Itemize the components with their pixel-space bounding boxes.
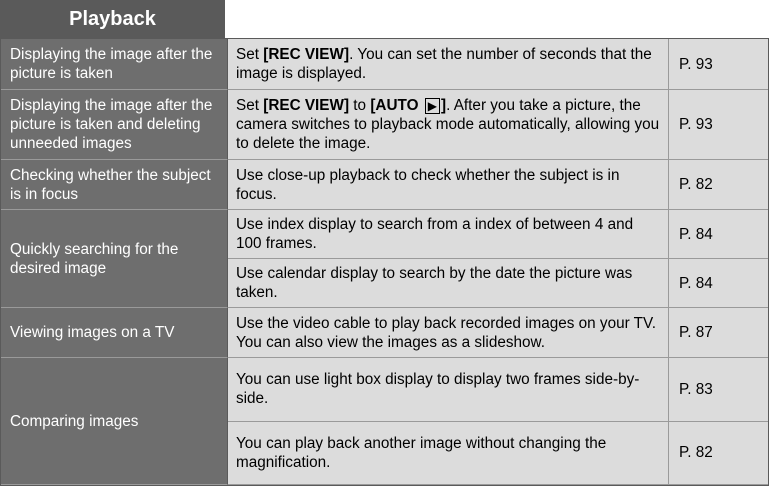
description-cell: Use the video cable to play back recorde…	[228, 308, 669, 358]
page-ref: P. 87	[679, 324, 713, 341]
page-ref-cell: P. 84	[669, 259, 768, 308]
table-row: Displaying the image after the picture i…	[1, 39, 768, 90]
description-text: You can use light box display to display…	[236, 371, 640, 408]
page-ref: P. 84	[679, 225, 713, 243]
description-text: You can play back another image without …	[236, 434, 607, 471]
table-subrow: Use calendar display to search by the da…	[228, 259, 768, 308]
table-row: Viewing images on a TV Use the video cab…	[1, 308, 768, 358]
description-text: Set [REC VIEW]. You can set the number o…	[236, 45, 660, 83]
page-ref-cell: P. 93	[669, 39, 768, 90]
page-ref: P. 83	[679, 380, 713, 398]
feature-text: Displaying the image after the picture i…	[10, 46, 213, 82]
table-row: Displaying the image after the picture i…	[1, 90, 768, 160]
description-text: Use close-up playback to check whether t…	[236, 166, 620, 203]
description-cell: Set [REC VIEW] to [AUTO ▶]. After you ta…	[228, 90, 669, 160]
feature-table: Displaying the image after the picture i…	[0, 38, 769, 486]
page-ref: P. 84	[679, 274, 713, 292]
description-text: Use index display to search from a index…	[236, 216, 634, 252]
feature-text: Quickly searching for the desired image	[10, 240, 179, 277]
feature-text: Displaying the image after the picture i…	[10, 97, 213, 152]
description-cell: Use calendar display to search by the da…	[228, 259, 669, 308]
page-ref-cell: P. 93	[669, 90, 768, 160]
feature-text: Comparing images	[10, 412, 139, 430]
page-ref-cell: P. 82	[669, 421, 768, 485]
description-cell: You can play back another image without …	[228, 421, 669, 485]
table-row-group: Comparing images You can use light box d…	[1, 358, 768, 485]
feature-cell: Displaying the image after the picture i…	[1, 39, 228, 90]
page-ref-cell: P. 87	[669, 308, 768, 358]
table-row: Checking whether the subject is in focus…	[1, 160, 768, 210]
feature-cell: Quickly searching for the desired image	[1, 210, 228, 308]
page-ref: P. 93	[679, 55, 713, 73]
feature-cell: Checking whether the subject is in focus	[1, 160, 228, 210]
section-tab-playback: Playback	[0, 0, 225, 38]
page-ref-cell: P. 84	[669, 210, 768, 259]
desc-part: to	[349, 97, 371, 114]
table-subrow: You can play back another image without …	[228, 421, 768, 485]
menu-ref: [REC VIEW]	[263, 46, 350, 63]
page-ref: P. 82	[679, 176, 713, 193]
menu-ref: [REC VIEW]	[263, 97, 350, 114]
play-icon: ▶	[424, 97, 440, 114]
subrow-group: You can use light box display to display…	[228, 358, 768, 485]
subrow-group: Use index display to search from a index…	[228, 210, 768, 308]
desc-part: Set	[236, 97, 264, 114]
table-subrow: Use index display to search from a index…	[228, 210, 768, 259]
feature-text: Viewing images on a TV	[10, 324, 175, 341]
page-ref: P. 82	[679, 444, 713, 462]
page-ref-cell: P. 83	[669, 358, 768, 422]
page-ref: P. 93	[679, 116, 713, 133]
description-cell: Set [REC VIEW]. You can set the number o…	[228, 39, 669, 90]
description-text: Use calendar display to search by the da…	[236, 265, 633, 301]
description-text: Set [REC VIEW] to [AUTO ▶]. After you ta…	[236, 96, 660, 153]
menu-ref: [AUTO	[370, 97, 419, 114]
feature-text: Checking whether the subject is in focus	[10, 166, 211, 203]
feature-cell: Displaying the image after the picture i…	[1, 90, 228, 160]
description-cell: You can use light box display to display…	[228, 358, 669, 422]
table-row-group: Quickly searching for the desired image …	[1, 210, 768, 308]
section-title: Playback	[69, 7, 156, 30]
table-subrow: You can use light box display to display…	[228, 358, 768, 422]
description-text: Use the video cable to play back recorde…	[236, 314, 657, 351]
feature-cell: Viewing images on a TV	[1, 308, 228, 358]
feature-cell: Comparing images	[1, 358, 228, 485]
description-cell: Use close-up playback to check whether t…	[228, 160, 669, 210]
desc-part: Set	[236, 46, 264, 63]
page-ref-cell: P. 82	[669, 160, 768, 210]
description-cell: Use index display to search from a index…	[228, 210, 669, 259]
